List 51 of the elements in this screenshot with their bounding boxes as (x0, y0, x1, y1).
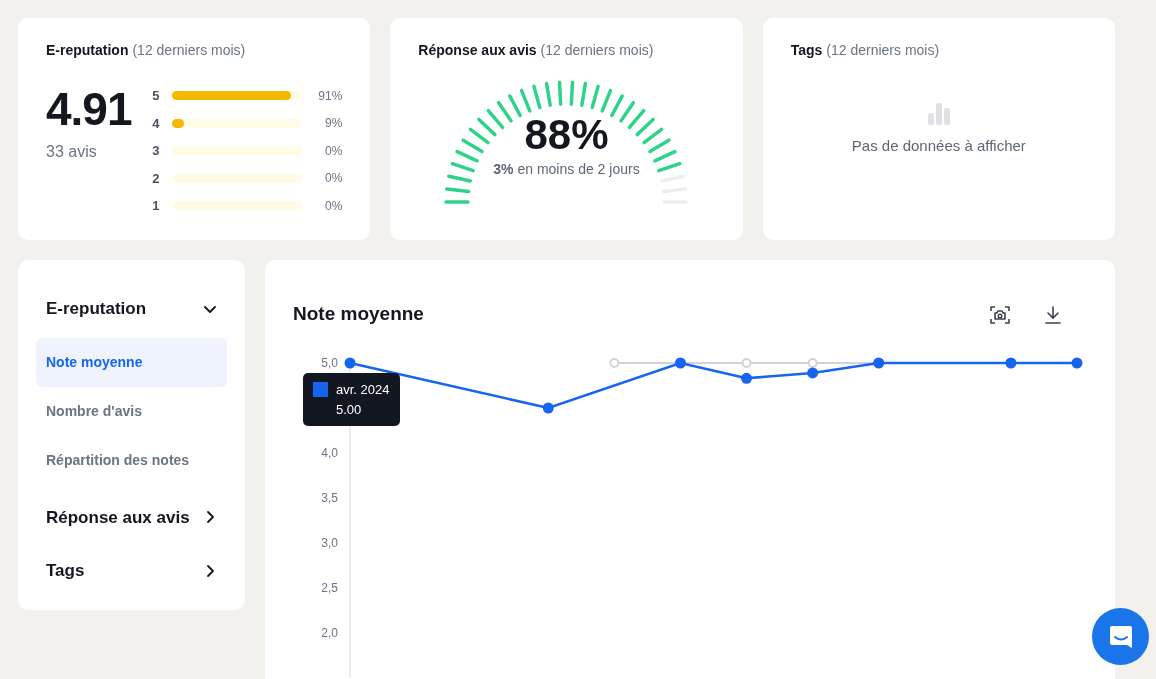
rating-percent: 9% (324, 115, 343, 133)
download-icon (1043, 303, 1063, 326)
data-point (674, 357, 686, 369)
data-point (609, 358, 620, 368)
review-count: 33 avis (46, 142, 98, 162)
data-point (344, 357, 356, 369)
camera-icon (989, 303, 1011, 326)
sidebar-group[interactable]: E-reputation (36, 288, 227, 330)
sidebar-item[interactable]: Répartition des notes (36, 435, 227, 485)
sidebar-item[interactable]: Note moyenne (36, 337, 227, 387)
bar-chart-icon (925, 100, 952, 127)
empty-message: Pas de données à afficher (851, 135, 1026, 156)
card-period: (12 derniers mois) (132, 42, 246, 58)
axis-tick-label: 4,0 (321, 446, 338, 460)
sidebar-group[interactable]: Tags (36, 550, 227, 592)
tooltip-date: avr. 2024 (336, 381, 390, 399)
gauge-caption: 3% en moins de 2 jours (492, 160, 641, 179)
card-title: E-reputation (46, 42, 129, 58)
chart-title: Note moyenne (293, 301, 424, 326)
card-period: (12 derniers mois) (540, 42, 654, 58)
rating-percent: 0% (324, 170, 343, 188)
sidebar-group[interactable]: Réponse aux avis (36, 496, 227, 538)
data-point (741, 372, 753, 384)
star-label: 5 (152, 87, 161, 105)
gauge-value: 88% (523, 114, 610, 156)
chat-icon (1107, 623, 1134, 650)
data-point (807, 358, 818, 368)
data-point (741, 358, 752, 368)
data-point (807, 367, 819, 379)
rating-percent: 0% (324, 142, 343, 160)
star-label: 4 (152, 114, 161, 133)
rating-percent: 0% (324, 197, 343, 215)
average-score: 4.91 (46, 86, 132, 132)
rating-percent: 91% (317, 87, 343, 105)
star-label: 3 (152, 142, 161, 160)
axis-tick-label: 2,0 (321, 626, 338, 640)
star-label: 2 (152, 169, 161, 188)
tooltip-value: 5.00 (336, 400, 363, 419)
card-title: Réponse aux avis (418, 42, 537, 58)
data-point (1005, 357, 1017, 369)
axis-tick-label: 2,5 (321, 581, 338, 595)
axis-tick-label: 3,5 (321, 491, 338, 505)
card-period: (12 derniers mois) (826, 42, 940, 58)
star-label: 1 (152, 197, 161, 215)
data-point (1071, 357, 1083, 369)
data-point (873, 357, 885, 369)
sidebar-item[interactable]: Nombre d'avis (36, 386, 227, 436)
card-title: Tags (790, 42, 823, 58)
axis-tick-label: 5,0 (321, 356, 338, 370)
data-point (542, 402, 554, 414)
axis-tick-label: 3,0 (321, 536, 338, 550)
